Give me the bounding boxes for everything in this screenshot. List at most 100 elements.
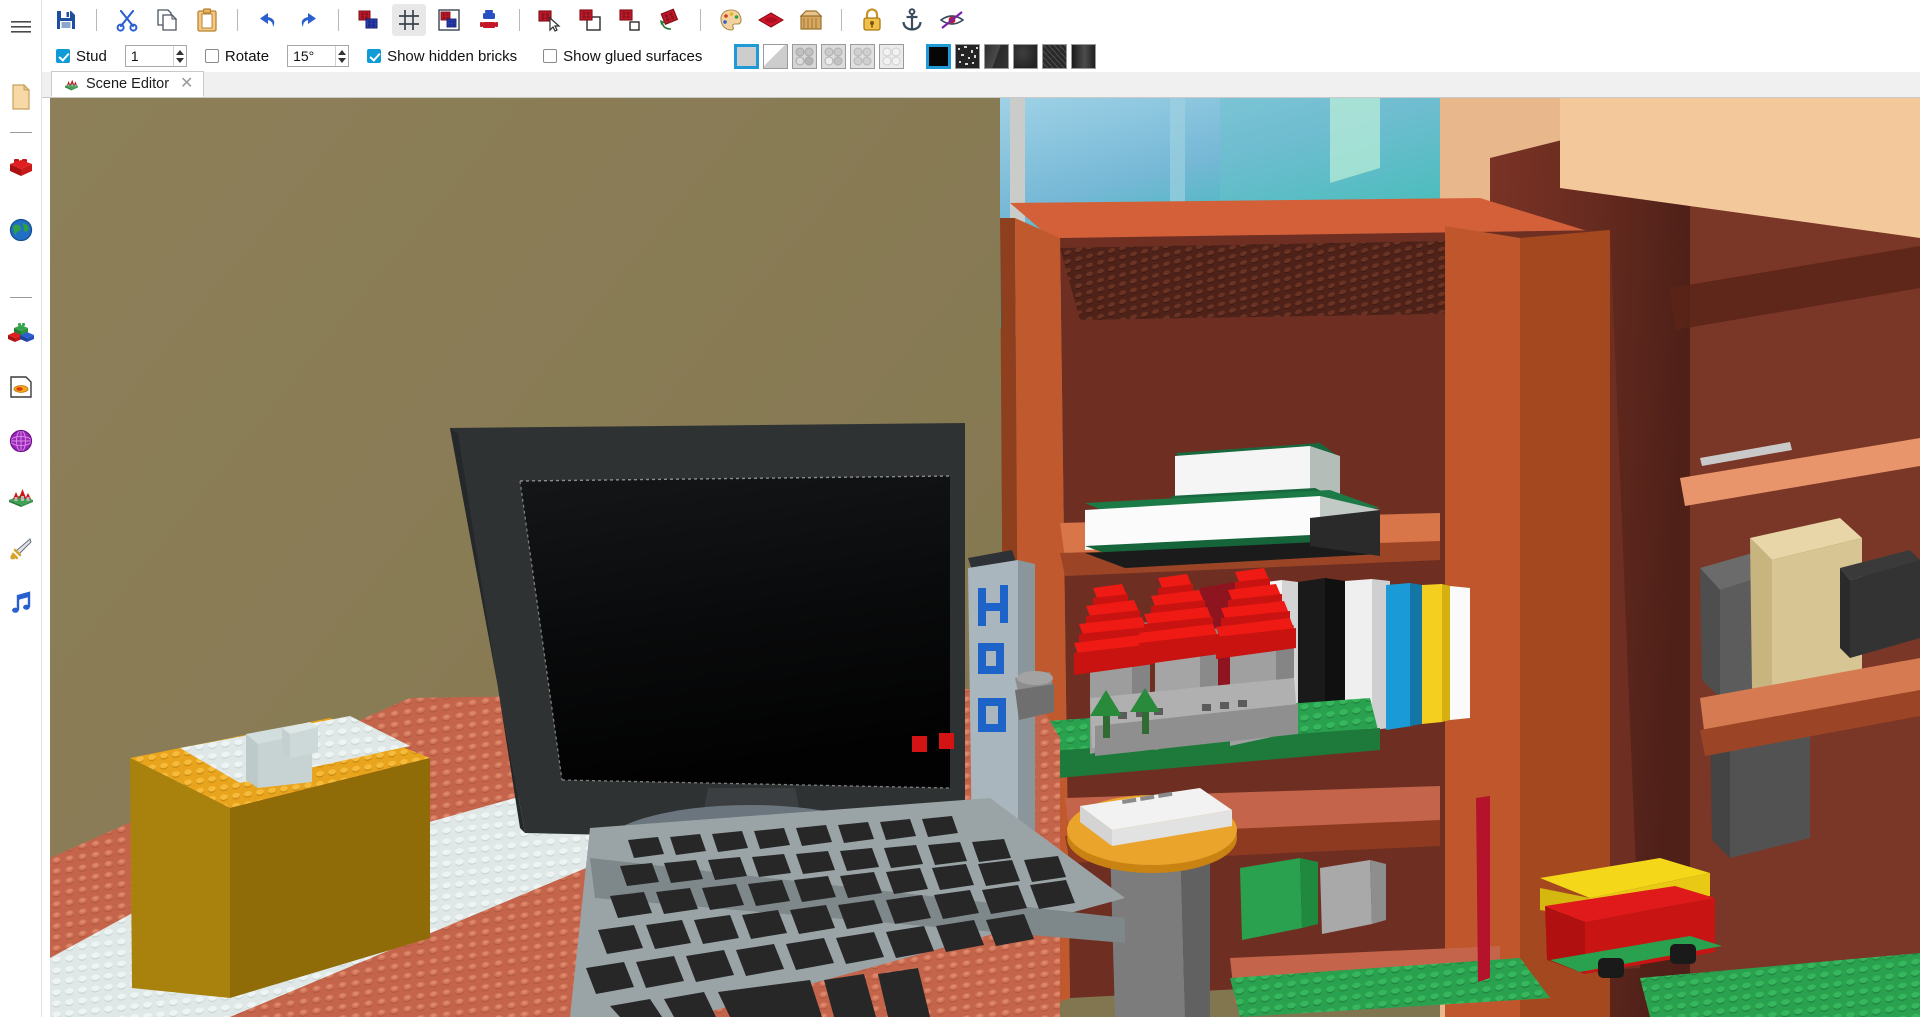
red-post: [1476, 796, 1490, 982]
music-note-icon: [9, 591, 33, 615]
anchor-button[interactable]: [895, 4, 929, 36]
minifig-icon: [477, 8, 501, 32]
purple-sphere-icon: [9, 429, 33, 453]
rotate-input[interactable]: [288, 46, 336, 66]
show-hidden-bricks-checkbox[interactable]: Show hidden bricks: [367, 48, 517, 65]
texture-page-icon: [9, 375, 33, 399]
undo-button[interactable]: [251, 4, 285, 36]
monitor-led-2: [939, 733, 954, 749]
sidebar-item-textures[interactable]: [4, 370, 38, 404]
stud-input[interactable]: [125, 46, 173, 66]
left-sidebar: [0, 0, 42, 1017]
show-glued-surfaces-label: Show glued surfaces: [563, 47, 703, 65]
paste-button[interactable]: [190, 4, 224, 36]
globe-icon: [9, 218, 33, 242]
swatch-texture-scratch[interactable]: [1042, 43, 1068, 69]
stud-checkbox[interactable]: Stud: [56, 48, 107, 65]
sidebar-item-sword[interactable]: [4, 532, 38, 566]
tab-close-icon[interactable]: ✕: [180, 76, 193, 92]
group-bricks-button[interactable]: [432, 4, 466, 36]
stud-checkbox-box[interactable]: [56, 49, 70, 63]
material-button[interactable]: [754, 4, 788, 36]
swatch-studs-2x2-mixed[interactable]: [821, 43, 847, 69]
monitor: [450, 423, 965, 843]
anchor-icon: [900, 8, 924, 32]
sidebar-divider-2: [9, 297, 32, 298]
sidebar-item-parts[interactable]: [4, 316, 38, 350]
tab-scene-editor[interactable]: Scene Editor ✕: [51, 71, 205, 97]
sidebar-item-world[interactable]: [4, 213, 38, 247]
sidebar-item-brick[interactable]: [4, 151, 38, 185]
swatch-texture-matte[interactable]: [1013, 43, 1039, 69]
show-hidden-bricks-box[interactable]: [367, 49, 382, 63]
hide-button[interactable]: [935, 4, 969, 36]
redo-arrow-icon: [296, 9, 320, 31]
insert-brick-button[interactable]: [352, 4, 386, 36]
bricks-stack-icon: [357, 8, 381, 32]
brick-clone-icon: [618, 8, 642, 32]
box-button[interactable]: [794, 4, 828, 36]
padlock-icon: [861, 8, 883, 32]
rotate-checkbox[interactable]: Rotate: [204, 48, 269, 65]
sidebar-item-document[interactable]: [4, 80, 38, 114]
copy-button[interactable]: [150, 4, 184, 36]
rotate-tool-button[interactable]: [653, 4, 687, 36]
swatch-texture-black[interactable]: [926, 43, 952, 69]
swatch-texture-streak[interactable]: [984, 43, 1010, 69]
swatch-texture-gradient[interactable]: [1071, 43, 1097, 69]
sidebar-divider-1: [9, 132, 32, 133]
swatch-texture-speckle[interactable]: [955, 43, 981, 69]
stud-stepper[interactable]: [124, 45, 187, 67]
rotate-stepper-arrows[interactable]: [335, 46, 348, 66]
swatch-studs-2x2-faint[interactable]: [879, 43, 905, 69]
select-tool-button[interactable]: [533, 4, 567, 36]
clone-tool-button[interactable]: [613, 4, 647, 36]
options-bar: Stud Rotate Show hidden bricks Show glue…: [0, 40, 1920, 72]
show-glued-surfaces-box[interactable]: [543, 49, 558, 63]
application-window: Stud Rotate Show hidden bricks Show glue…: [0, 0, 1920, 1017]
cardboard-box-icon: [799, 8, 823, 32]
castle-model: [1074, 568, 1298, 756]
toolbar-separator-2: [237, 9, 238, 31]
sidebar-item-castle[interactable]: [4, 478, 38, 512]
lock-button[interactable]: [855, 4, 889, 36]
show-glued-surfaces-checkbox[interactable]: Show glued surfaces: [543, 48, 702, 65]
swatch-studs-2x2-light[interactable]: [850, 43, 876, 69]
3d-scene-viewport[interactable]: [50, 98, 1920, 1017]
minifig-button[interactable]: [472, 4, 506, 36]
surface-swatch-group: [734, 43, 905, 69]
redo-button[interactable]: [291, 4, 325, 36]
cut-button[interactable]: [110, 4, 144, 36]
floppy-save-icon: [55, 9, 77, 31]
move-tool-button[interactable]: [573, 4, 607, 36]
sword-icon: [9, 537, 33, 561]
swatch-studs-2x2-dark[interactable]: [792, 43, 818, 69]
stud-stepper-arrows[interactable]: [172, 46, 186, 66]
stud-label: Stud: [76, 47, 107, 65]
palette-button[interactable]: [714, 4, 748, 36]
swatch-plain-bevel[interactable]: [763, 43, 789, 69]
sidebar-item-music[interactable]: [4, 586, 38, 620]
toggle-grid-button[interactable]: [392, 4, 426, 36]
toolbar-separator-4: [519, 9, 520, 31]
toolbar-separator-5: [700, 9, 701, 31]
toolbar-separator-3: [338, 9, 339, 31]
clipboard-icon: [196, 8, 218, 32]
castle-tab-icon: [64, 77, 79, 91]
brick-frame-icon: [437, 8, 461, 32]
sidebar-item-menu[interactable]: [4, 10, 38, 44]
swatch-plain-light[interactable]: [734, 43, 760, 69]
save-button[interactable]: [49, 4, 83, 36]
tab-label: Scene Editor: [86, 76, 170, 92]
red-brick-icon: [8, 157, 34, 179]
scissors-icon: [115, 8, 139, 32]
desk-small-part: [1015, 671, 1054, 720]
rotate-checkbox-box[interactable]: [204, 49, 219, 63]
show-hidden-bricks-label: Show hidden bricks: [387, 47, 518, 65]
red-vehicle: [1540, 858, 1722, 978]
monitor-led-1: [912, 736, 927, 752]
toolbar-separator-6: [841, 9, 842, 31]
sidebar-item-sphere[interactable]: [4, 424, 38, 458]
copy-icon: [156, 8, 178, 32]
rotate-stepper[interactable]: [287, 45, 350, 67]
